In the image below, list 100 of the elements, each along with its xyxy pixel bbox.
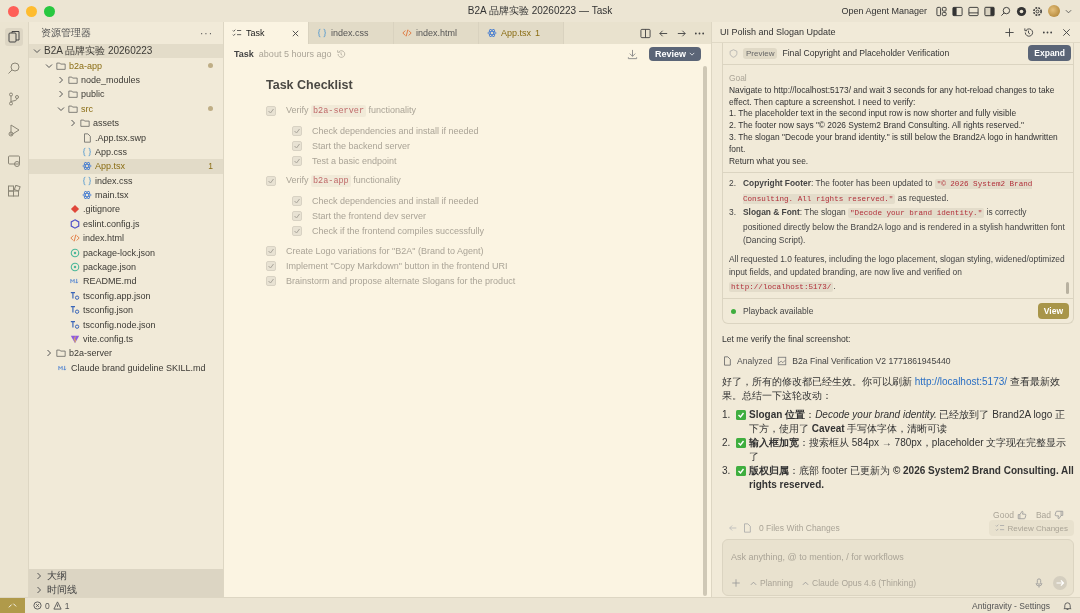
atom-icon xyxy=(82,190,92,201)
history-icon[interactable] xyxy=(1023,26,1034,38)
thumbs-down-icon[interactable] xyxy=(1054,510,1064,521)
checkbox[interactable] xyxy=(292,210,302,221)
scrollbar[interactable] xyxy=(1066,282,1069,295)
file-tree-item[interactable]: src xyxy=(29,101,223,116)
chevron-icon[interactable] xyxy=(57,104,65,113)
file-tree-item[interactable]: B2A 品牌实验 20260223 xyxy=(29,44,223,59)
zoom-window-button[interactable] xyxy=(44,5,55,17)
microphone-icon[interactable] xyxy=(1034,578,1044,589)
checkbox[interactable] xyxy=(292,155,302,166)
file-tree-item[interactable]: package-lock.json xyxy=(29,245,223,260)
file-tree-item[interactable]: .App.tsx.swp xyxy=(29,130,223,145)
task-text: Verify b2a-server functionality xyxy=(286,105,417,116)
secondary-sidebar-icon[interactable] xyxy=(984,5,995,17)
editor-tab[interactable]: Task xyxy=(224,22,309,44)
checkbox[interactable] xyxy=(266,105,276,116)
caret-icon[interactable] xyxy=(1065,8,1072,14)
chevron-icon[interactable] xyxy=(57,75,65,84)
file-tree-item[interactable]: index.html xyxy=(29,231,223,246)
remote-explorer-icon[interactable] xyxy=(5,152,23,170)
close-window-button[interactable] xyxy=(8,5,19,17)
remote-button[interactable] xyxy=(0,598,25,613)
expand-button[interactable]: Expand xyxy=(1028,45,1071,61)
editor-tab[interactable]: App.tsx 1 xyxy=(479,22,564,44)
settings-icon[interactable] xyxy=(1032,5,1043,17)
file-tree-item[interactable]: tsconfig.json xyxy=(29,303,223,318)
error-icon[interactable] xyxy=(33,601,42,610)
split-editor-icon[interactable] xyxy=(640,27,651,39)
send-button[interactable] xyxy=(1053,576,1067,591)
chevron-icon[interactable] xyxy=(33,47,41,56)
chevron-icon[interactable] xyxy=(69,119,77,128)
timestamp: about 5 hours ago xyxy=(258,49,332,59)
more-button[interactable]: ··· xyxy=(200,27,213,39)
link[interactable]: http://localhost:5173/ xyxy=(914,376,1008,388)
file-tree-item[interactable]: main.tsx xyxy=(29,187,223,203)
analyzed-label: Analyzed xyxy=(737,356,773,367)
file-tree-item[interactable]: assets xyxy=(29,115,223,131)
scrollbar[interactable] xyxy=(703,66,707,596)
file-tree-item[interactable]: node_modules xyxy=(29,72,223,88)
package-icon xyxy=(70,262,80,273)
checkbox[interactable] xyxy=(292,140,302,151)
review-button[interactable]: Review xyxy=(648,47,701,61)
file-tree-item[interactable]: tsconfig.node.json xyxy=(29,317,223,332)
file-tree-item[interactable]: package.json xyxy=(29,259,223,275)
problem-count: 1 xyxy=(208,161,213,172)
warning-icon[interactable] xyxy=(52,601,62,610)
settings-link[interactable]: Antigravity - Settings xyxy=(972,600,1050,611)
checkbox[interactable] xyxy=(266,245,276,256)
chevron-icon[interactable] xyxy=(35,572,43,580)
sidebar-toggle-icon[interactable] xyxy=(952,5,963,17)
chevron-icon[interactable] xyxy=(35,586,43,594)
file-name: .gitignore xyxy=(83,204,121,215)
file-tree-item[interactable]: App.tsx 1 xyxy=(29,159,223,174)
file-tree-item[interactable]: tsconfig.app.json xyxy=(29,288,223,304)
file-tree-item[interactable]: b2a-server xyxy=(29,346,223,361)
agent-manager-link[interactable]: Open Agent Manager xyxy=(841,6,927,16)
checkbox[interactable] xyxy=(292,225,302,236)
avatar[interactable] xyxy=(1048,5,1060,17)
preview-badge: Preview xyxy=(743,47,778,59)
search-icon[interactable] xyxy=(1000,5,1011,17)
minimize-window-button[interactable] xyxy=(26,5,37,17)
download-icon[interactable] xyxy=(626,48,638,60)
checkbox[interactable] xyxy=(266,275,276,286)
bell-icon[interactable] xyxy=(1063,601,1072,610)
file-tree-item[interactable]: Claude brand guideline SKILL.md xyxy=(29,360,223,375)
warning-count[interactable]: 1 xyxy=(64,600,70,611)
plus-icon[interactable] xyxy=(1004,26,1015,38)
file-tree-item[interactable]: vite.config.ts xyxy=(29,331,223,347)
chevron-icon[interactable] xyxy=(45,349,53,358)
close-icon[interactable] xyxy=(1061,26,1072,38)
layout-icon[interactable] xyxy=(936,5,947,17)
globe-icon[interactable] xyxy=(1016,5,1027,17)
panel-toggle-icon[interactable] xyxy=(968,5,979,17)
file-tree-item[interactable]: index.css xyxy=(29,173,223,188)
checkbox[interactable] xyxy=(266,175,276,186)
task-title: Task xyxy=(234,49,254,59)
files-icon[interactable] xyxy=(5,28,23,46)
task-text: Brainstorm and propose alternate Slogans for the product xyxy=(286,275,516,286)
chevron-icon[interactable] xyxy=(45,61,53,70)
file-tree-item[interactable]: public xyxy=(29,87,223,102)
tab-label: index.css xyxy=(331,28,369,38)
error-count[interactable]: 0 xyxy=(45,600,50,611)
section-header[interactable]: 大纲 xyxy=(29,569,223,583)
file-tree-item[interactable]: .gitignore xyxy=(29,202,223,217)
close-icon[interactable] xyxy=(291,28,300,38)
checkbox[interactable] xyxy=(292,125,302,136)
file-link[interactable]: B2a Final Verification V2 1771861945440 xyxy=(792,356,951,367)
section-header[interactable]: 时间线 xyxy=(29,583,223,597)
file-tree-item[interactable]: eslint.config.js xyxy=(29,216,223,232)
file-tree-item[interactable]: b2a-app xyxy=(29,58,223,73)
thumbs-up-icon[interactable] xyxy=(1016,510,1027,521)
editor-tab[interactable]: index.html xyxy=(394,22,479,44)
file-tree-item[interactable]: README.md xyxy=(29,274,223,289)
editor-tab[interactable]: index.css xyxy=(309,22,394,44)
chevron-icon[interactable] xyxy=(57,90,65,99)
checkbox[interactable] xyxy=(292,195,302,206)
checkbox[interactable] xyxy=(266,260,276,271)
shield-icon xyxy=(729,48,738,58)
file-tree-item[interactable]: App.css xyxy=(29,144,223,160)
